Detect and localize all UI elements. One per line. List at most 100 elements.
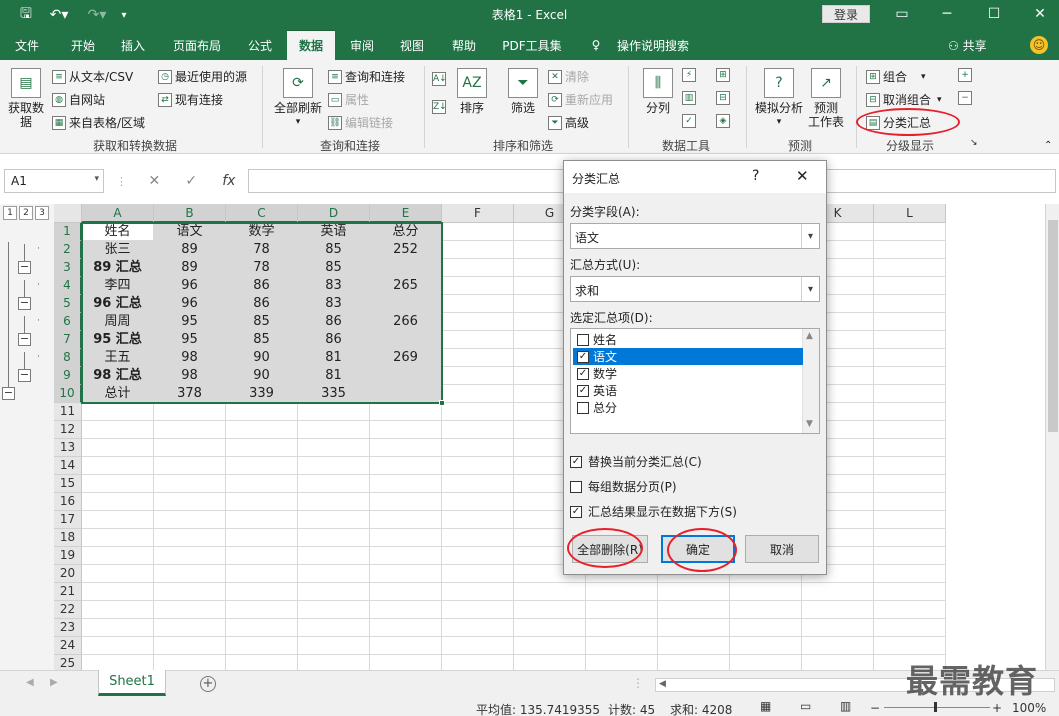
- collapse-group-button[interactable]: −: [18, 261, 31, 274]
- cell-b25[interactable]: [154, 655, 226, 670]
- tab-home[interactable]: 开始: [58, 30, 108, 60]
- row-header-12[interactable]: 12: [54, 421, 82, 439]
- cell-e18[interactable]: [370, 529, 442, 547]
- refresh-all-button[interactable]: ⟳ 全部刷新 ▾: [270, 68, 326, 129]
- close-icon[interactable]: ✕: [1028, 4, 1052, 24]
- tab-view[interactable]: 视图: [390, 30, 434, 60]
- cell-c7[interactable]: 85: [226, 331, 298, 349]
- from-table-button[interactable]: ▦ 来自表格/区域: [52, 114, 145, 131]
- checkbox-checked[interactable]: ✓: [577, 384, 589, 397]
- insert-function-icon[interactable]: fx: [222, 173, 235, 189]
- column-header-a[interactable]: A: [82, 204, 154, 223]
- row-header-14[interactable]: 14: [54, 457, 82, 475]
- prev-sheet-icon[interactable]: ◀: [26, 677, 34, 688]
- cell-c24[interactable]: [226, 637, 298, 655]
- cell-b10[interactable]: 378: [154, 385, 226, 403]
- cell-l12[interactable]: [874, 421, 946, 439]
- list-item[interactable]: ✓ 数学: [573, 365, 803, 382]
- cell-c5[interactable]: 86: [226, 295, 298, 313]
- cell-d12[interactable]: [298, 421, 370, 439]
- what-if-analysis-button[interactable]: ? 模拟分析 ▾: [752, 68, 806, 129]
- cell-b2[interactable]: 89: [154, 241, 226, 259]
- cell-b11[interactable]: [154, 403, 226, 421]
- cell-j25[interactable]: [730, 655, 802, 670]
- zoom-slider-thumb[interactable]: [934, 702, 937, 712]
- cell-b13[interactable]: [154, 439, 226, 457]
- cell-i21[interactable]: [658, 583, 730, 601]
- cell-d23[interactable]: [298, 619, 370, 637]
- cell-b24[interactable]: [154, 637, 226, 655]
- cell-a12[interactable]: [82, 421, 154, 439]
- checkbox-checked[interactable]: ✓: [570, 455, 582, 468]
- cell-f23[interactable]: [442, 619, 514, 637]
- tab-pdf-tools[interactable]: PDF工具集: [494, 30, 570, 60]
- chevron-down-icon[interactable]: ▾: [94, 174, 99, 184]
- row-header-20[interactable]: 20: [54, 565, 82, 583]
- cell-c22[interactable]: [226, 601, 298, 619]
- cell-b7[interactable]: 95: [154, 331, 226, 349]
- enter-icon[interactable]: ✓: [185, 173, 197, 189]
- existing-connections-button[interactable]: ⇄ 现有连接: [158, 91, 223, 108]
- cell-d24[interactable]: [298, 637, 370, 655]
- cell-c15[interactable]: [226, 475, 298, 493]
- cell-c1[interactable]: 数学: [226, 223, 298, 241]
- cell-f7[interactable]: [442, 331, 514, 349]
- zoom-slider[interactable]: [884, 707, 990, 708]
- cell-d7[interactable]: 86: [298, 331, 370, 349]
- normal-view-icon[interactable]: ▦: [760, 699, 771, 713]
- cell-b1[interactable]: 语文: [154, 223, 226, 241]
- cell-a19[interactable]: [82, 547, 154, 565]
- cell-c16[interactable]: [226, 493, 298, 511]
- cell-b19[interactable]: [154, 547, 226, 565]
- cell-g25[interactable]: [514, 655, 586, 670]
- cell-b6[interactable]: 95: [154, 313, 226, 331]
- cell-e1[interactable]: 总分: [370, 223, 442, 241]
- cell-a2[interactable]: 张三: [82, 241, 154, 259]
- cell-e10[interactable]: [370, 385, 442, 403]
- cell-k24[interactable]: [802, 637, 874, 655]
- cell-d5[interactable]: 83: [298, 295, 370, 313]
- consolidate-button[interactable]: ⊞: [716, 68, 733, 82]
- cell-c6[interactable]: 85: [226, 313, 298, 331]
- tab-data[interactable]: 数据: [287, 30, 335, 60]
- cell-b22[interactable]: [154, 601, 226, 619]
- cell-l14[interactable]: [874, 457, 946, 475]
- cell-d21[interactable]: [298, 583, 370, 601]
- cell-a13[interactable]: [82, 439, 154, 457]
- cell-e9[interactable]: [370, 367, 442, 385]
- cell-a24[interactable]: [82, 637, 154, 655]
- cell-e16[interactable]: [370, 493, 442, 511]
- help-icon[interactable]: ?: [752, 168, 759, 184]
- row-header-16[interactable]: 16: [54, 493, 82, 511]
- cell-f21[interactable]: [442, 583, 514, 601]
- cell-d19[interactable]: [298, 547, 370, 565]
- chevron-down-icon[interactable]: ▾: [801, 224, 819, 248]
- cell-e25[interactable]: [370, 655, 442, 670]
- cell-k22[interactable]: [802, 601, 874, 619]
- cell-l19[interactable]: [874, 547, 946, 565]
- cell-b8[interactable]: 98: [154, 349, 226, 367]
- cell-g24[interactable]: [514, 637, 586, 655]
- cell-e4[interactable]: 265: [370, 277, 442, 295]
- advanced-filter-button[interactable]: ⏷ 高级: [548, 114, 589, 131]
- row-header-21[interactable]: 21: [54, 583, 82, 601]
- cell-e23[interactable]: [370, 619, 442, 637]
- cancel-button[interactable]: 取消: [745, 535, 819, 563]
- cell-e13[interactable]: [370, 439, 442, 457]
- row-header-5[interactable]: 5: [54, 295, 82, 313]
- cell-l24[interactable]: [874, 637, 946, 655]
- cell-l10[interactable]: [874, 385, 946, 403]
- next-sheet-icon[interactable]: ▶: [50, 677, 58, 688]
- from-csv-button[interactable]: ≡ 从文本/CSV: [52, 68, 133, 85]
- clear-filter-button[interactable]: ✕ 清除: [548, 68, 589, 85]
- feedback-smiley-icon[interactable]: ☺: [1030, 36, 1048, 54]
- outline-level-3-button[interactable]: 3: [35, 206, 49, 220]
- summary-below-checkbox[interactable]: ✓ 汇总结果显示在数据下方(S): [570, 503, 737, 520]
- chevron-down-icon[interactable]: ▾: [801, 277, 819, 301]
- cell-b14[interactable]: [154, 457, 226, 475]
- cell-a23[interactable]: [82, 619, 154, 637]
- collapse-group-button[interactable]: −: [18, 297, 31, 310]
- vertical-scrollbar[interactable]: [1045, 204, 1059, 670]
- row-header-1[interactable]: 1: [54, 223, 82, 241]
- zoom-level[interactable]: 100%: [1012, 701, 1046, 715]
